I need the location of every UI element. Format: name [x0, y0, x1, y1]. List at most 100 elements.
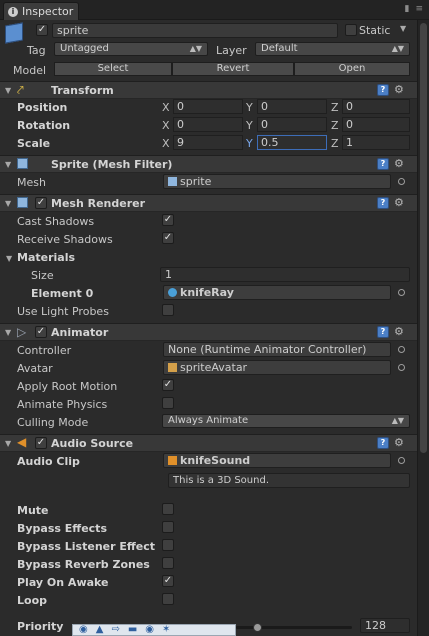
system-taskbar-strip: ◉ ▲ ⇨ ▬ ◉ ✶	[72, 624, 236, 636]
model-select-button[interactable]: Select	[54, 62, 172, 76]
tab-menu-icon[interactable]: ≡	[415, 4, 423, 14]
gear-icon[interactable]: ⚙	[394, 83, 404, 96]
object-picker-icon[interactable]	[398, 457, 405, 464]
receive-shadows-checkbox[interactable]: ✓	[162, 232, 174, 244]
light-probes-checkbox[interactable]	[162, 304, 174, 316]
fold-arrow-icon[interactable]: ▼	[5, 439, 11, 448]
mesh-grid-icon	[17, 158, 28, 169]
bypass-effects-checkbox[interactable]	[162, 521, 174, 533]
bypass-listener-label: Bypass Listener Effect	[17, 540, 156, 553]
mesh-renderer-enabled-checkbox[interactable]: ✓	[35, 197, 47, 209]
priority-field[interactable]: 128	[360, 618, 410, 633]
rotation-z-field[interactable]: 0	[342, 117, 410, 132]
static-checkbox[interactable]	[345, 24, 357, 36]
chevron-down-icon: ▲▼	[189, 44, 202, 53]
rotation-x-field[interactable]: 0	[173, 117, 243, 132]
materials-size-field[interactable]: 1	[160, 267, 410, 282]
lock-icon[interactable]: ▮	[405, 4, 410, 14]
model-revert-button[interactable]: Revert	[172, 62, 294, 76]
animator-enabled-checkbox[interactable]: ✓	[35, 326, 47, 338]
apply-root-motion-checkbox[interactable]: ✓	[162, 379, 174, 391]
materials-size-label: Size	[31, 269, 54, 282]
loop-label: Loop	[17, 594, 47, 607]
mesh-field[interactable]: sprite	[163, 174, 391, 189]
vertical-scrollbar[interactable]	[417, 20, 429, 636]
taskbar-app-icon[interactable]: ▬	[128, 625, 137, 635]
controller-field[interactable]: None (Runtime Animator Controller)	[163, 342, 391, 357]
tab-inspector[interactable]: i Inspector	[3, 2, 79, 20]
animate-physics-label: Animate Physics	[17, 398, 108, 411]
help-book-icon[interactable]: ?	[377, 197, 389, 209]
light-probes-label: Use Light Probes	[17, 305, 109, 318]
scale-z-field[interactable]: 1	[342, 135, 410, 150]
scrollbar-thumb[interactable]	[420, 23, 427, 453]
mesh-renderer-header[interactable]: ▼ ✓ Mesh Renderer ? ⚙	[0, 194, 417, 212]
chevron-down-icon: ▲▼	[391, 416, 404, 425]
tag-dropdown[interactable]: Untagged ▲▼	[54, 42, 208, 56]
avatar-field[interactable]: spriteAvatar	[163, 360, 391, 375]
cast-shadows-checkbox[interactable]: ✓	[162, 214, 174, 226]
position-x-field[interactable]: 0	[173, 99, 243, 114]
scale-label: Scale	[17, 137, 51, 150]
audio-source-enabled-checkbox[interactable]: ✓	[35, 437, 47, 449]
help-book-icon[interactable]: ?	[377, 326, 389, 338]
static-dropdown-icon[interactable]: ▼	[400, 24, 406, 33]
priority-slider-thumb[interactable]	[253, 623, 262, 632]
animator-icon: ▷	[17, 325, 27, 339]
element0-field[interactable]: knifeRay	[163, 285, 391, 300]
fold-arrow-icon[interactable]: ▼	[5, 160, 11, 169]
audio-clip-value: knifeSound	[180, 454, 251, 467]
bypass-reverb-checkbox[interactable]	[162, 557, 174, 569]
object-name-field[interactable]: sprite	[52, 23, 338, 38]
gear-icon[interactable]: ⚙	[394, 325, 404, 338]
controller-label: Controller	[17, 344, 72, 357]
clip-info-box: This is a 3D Sound.	[168, 473, 410, 488]
help-book-icon[interactable]: ?	[377, 84, 389, 96]
model-label: Model	[13, 64, 47, 77]
position-y-field[interactable]: 0	[257, 99, 327, 114]
audio-source-title: Audio Source	[51, 437, 134, 450]
culling-mode-dropdown[interactable]: Always Animate ▲▼	[162, 414, 410, 428]
layer-value: Default	[261, 43, 298, 54]
priority-label: Priority	[17, 620, 64, 633]
model-open-button[interactable]: Open	[294, 62, 410, 76]
audio-source-header[interactable]: ▼ ◀ ✓ Audio Source ? ⚙	[0, 434, 417, 452]
layer-label: Layer	[216, 44, 247, 57]
rotation-y-field[interactable]: 0	[257, 117, 327, 132]
animator-header[interactable]: ▼ ▷ ✓ Animator ? ⚙	[0, 323, 417, 341]
play-on-awake-checkbox[interactable]: ✓	[162, 575, 174, 587]
mesh-filter-title: Sprite (Mesh Filter)	[51, 158, 173, 171]
fold-arrow-icon[interactable]: ▼	[5, 328, 11, 337]
animate-physics-checkbox[interactable]	[162, 397, 174, 409]
gear-icon[interactable]: ⚙	[394, 436, 404, 449]
fold-arrow-icon[interactable]: ▼	[5, 86, 11, 95]
object-picker-icon[interactable]	[398, 364, 405, 371]
taskbar-app-icon[interactable]: ⇨	[111, 625, 119, 635]
audio-clip-field[interactable]: knifeSound	[163, 453, 391, 468]
taskbar-app-icon[interactable]: ◉	[79, 625, 88, 635]
gear-icon[interactable]: ⚙	[394, 196, 404, 209]
loop-checkbox[interactable]	[162, 593, 174, 605]
help-book-icon[interactable]: ?	[377, 437, 389, 449]
object-picker-icon[interactable]	[398, 346, 405, 353]
taskbar-app-icon[interactable]: ◉	[145, 625, 154, 635]
scale-y-field[interactable]: 0.5	[257, 135, 327, 150]
help-book-icon[interactable]: ?	[377, 158, 389, 170]
scale-x-field[interactable]: 9	[173, 135, 243, 150]
mute-checkbox[interactable]	[162, 503, 174, 515]
mesh-filter-header[interactable]: ▼ Sprite (Mesh Filter) ? ⚙	[0, 155, 417, 173]
object-picker-icon[interactable]	[398, 178, 405, 185]
taskbar-app-icon[interactable]: ▲	[96, 625, 104, 635]
rotation-x-axis: X	[162, 119, 170, 132]
transform-header[interactable]: ▼ ⤤ Transform ? ⚙	[0, 81, 417, 99]
fold-arrow-icon[interactable]: ▼	[5, 199, 11, 208]
culling-mode-value: Always Animate	[168, 415, 249, 426]
object-picker-icon[interactable]	[398, 289, 405, 296]
bypass-listener-checkbox[interactable]	[162, 539, 174, 551]
layer-dropdown[interactable]: Default ▲▼	[255, 42, 410, 56]
position-z-field[interactable]: 0	[342, 99, 410, 114]
object-active-checkbox[interactable]: ✓	[36, 24, 48, 36]
gear-icon[interactable]: ⚙	[394, 157, 404, 170]
materials-fold-icon[interactable]: ▼	[6, 254, 12, 263]
taskbar-app-icon[interactable]: ✶	[162, 625, 170, 635]
